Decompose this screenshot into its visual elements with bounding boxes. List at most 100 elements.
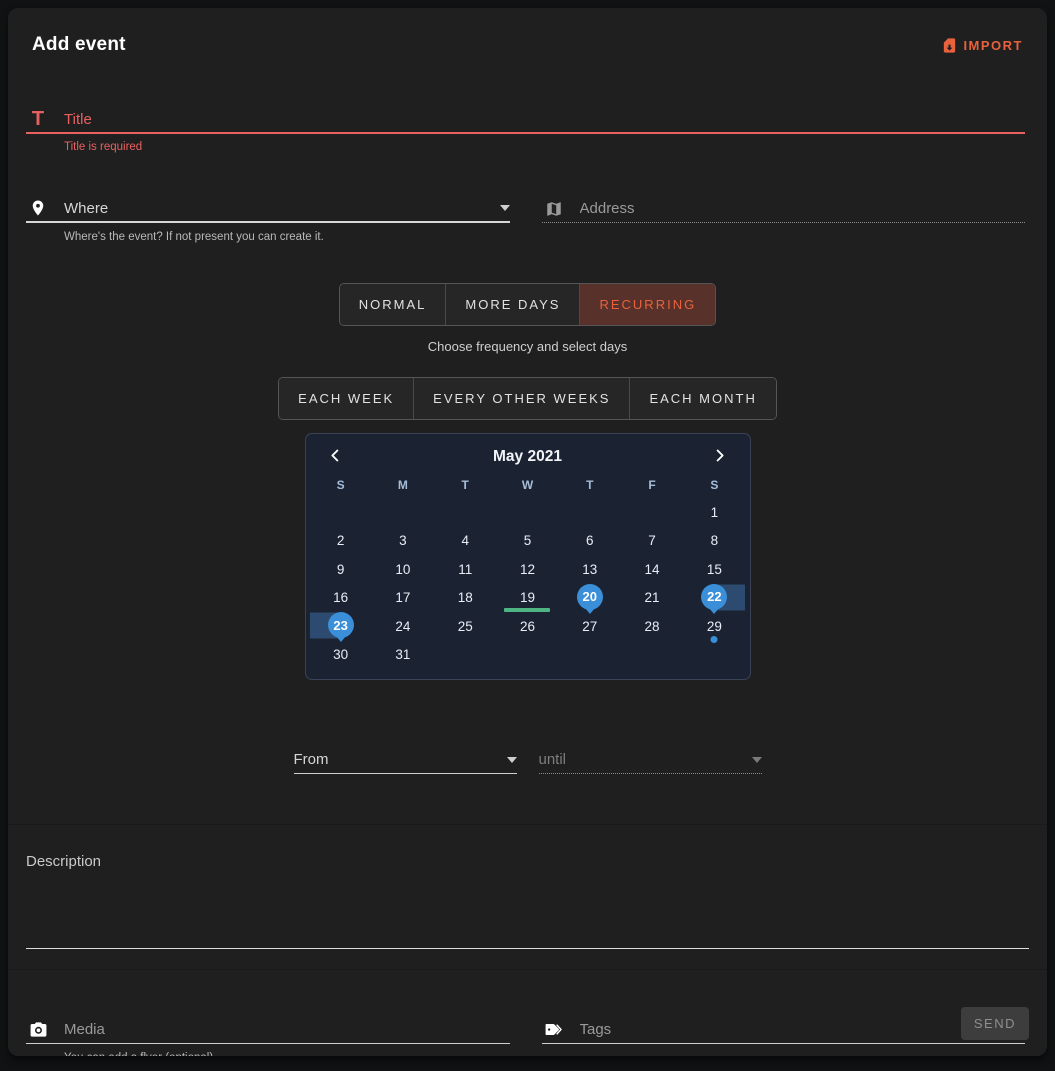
calendar-empty-cell [434, 641, 496, 670]
title-field-row: T [26, 106, 1025, 134]
send-button-row: SEND [961, 1007, 1029, 1040]
calendar-empty-cell [559, 498, 621, 527]
calendar-month-label: May 2021 [493, 448, 562, 466]
tab-normal[interactable]: NORMAL [340, 284, 447, 325]
chevron-left-icon [328, 448, 343, 466]
send-button[interactable]: SEND [961, 1007, 1029, 1040]
calendar-day-4[interactable]: 4 [434, 527, 496, 556]
calendar-day-18[interactable]: 18 [434, 584, 496, 613]
calendar-day-25[interactable]: 25 [434, 612, 496, 641]
where-select[interactable] [26, 195, 510, 223]
media-field-row[interactable] [26, 1016, 510, 1044]
frequency-hint-text: Choose frequency and select days [8, 339, 1047, 354]
chevron-right-icon [712, 448, 727, 466]
weekday-header: T [434, 478, 496, 492]
camera-icon [26, 1020, 50, 1039]
calendar-day-7[interactable]: 7 [621, 527, 683, 556]
calendar-day-22[interactable]: 22 [683, 584, 745, 613]
calendar-empty-cell [621, 498, 683, 527]
calendar-empty-cell [434, 498, 496, 527]
description-section: Description [8, 824, 1047, 970]
tab-recurring[interactable]: RECURRING [580, 284, 715, 325]
where-column: Where's the event? If not present you ca… [26, 195, 510, 243]
event-dot-indicator [711, 636, 718, 643]
from-time-input[interactable] [294, 747, 499, 773]
media-tags-row: You can add a flyer (optional) [26, 1016, 1025, 1056]
address-column [542, 195, 1026, 243]
frequency-options-row: EACH WEEKEVERY OTHER WEEKSEACH MONTH [8, 377, 1047, 420]
calendar-day-31[interactable]: 31 [372, 641, 434, 670]
title-text-icon: T [26, 109, 50, 129]
weekday-header: F [621, 478, 683, 492]
calendar-day-16[interactable]: 16 [310, 584, 372, 613]
location-row: Where's the event? If not present you ca… [26, 195, 1025, 243]
calendar-day-21[interactable]: 21 [621, 584, 683, 613]
calendar-empty-cell [621, 641, 683, 670]
calendar-day-17[interactable]: 17 [372, 584, 434, 613]
frequency-button-group: EACH WEEKEVERY OTHER WEEKSEACH MONTH [278, 377, 777, 420]
tab-more-days[interactable]: MORE DAYS [446, 284, 580, 325]
calendar-day-24[interactable]: 24 [372, 612, 434, 641]
import-button[interactable]: IMPORT [941, 37, 1023, 54]
calendar-day-15[interactable]: 15 [683, 555, 745, 584]
event-type-tabs-row: NORMALMORE DAYSRECURRING [8, 283, 1047, 326]
calendar-day-5[interactable]: 5 [496, 527, 558, 556]
calendar-day-30[interactable]: 30 [310, 641, 372, 670]
marked-day-bubble: 20 [577, 584, 603, 610]
add-event-panel: Add event IMPORT T Title is required [8, 8, 1047, 1056]
weekday-header: T [559, 478, 621, 492]
calendar-day-28[interactable]: 28 [621, 612, 683, 641]
calendar-day-26[interactable]: 26 [496, 612, 558, 641]
tags-select[interactable] [542, 1016, 1026, 1044]
event-type-tab-group: NORMALMORE DAYSRECURRING [339, 283, 716, 326]
frequency-button-every-other-weeks[interactable]: EVERY OTHER WEEKS [414, 378, 630, 419]
from-dropdown-caret-icon[interactable] [507, 757, 517, 763]
media-helper-text: You can add a flyer (optional) [64, 1052, 510, 1056]
title-field-section: T Title is required [26, 106, 1025, 153]
calendar-day-20[interactable]: 20 [559, 584, 621, 613]
tags-column [542, 1016, 1026, 1056]
calendar-day-27[interactable]: 27 [559, 612, 621, 641]
calendar-day-13[interactable]: 13 [559, 555, 621, 584]
calendar-day-29[interactable]: 29 [683, 612, 745, 641]
calendar-day-grid: 1234567891011121314151617181920212223242… [310, 498, 746, 669]
calendar-day-8[interactable]: 8 [683, 527, 745, 556]
calendar-day-23[interactable]: 23 [310, 612, 372, 641]
title-input[interactable] [64, 106, 1025, 132]
calendar-day-19[interactable]: 19 [496, 584, 558, 613]
address-field-row [542, 195, 1026, 223]
calendar-day-14[interactable]: 14 [621, 555, 683, 584]
where-dropdown-caret-icon[interactable] [500, 205, 510, 211]
from-time-select[interactable] [294, 746, 517, 774]
calendar-next-month-button[interactable] [708, 446, 731, 468]
calendar-day-6[interactable]: 6 [559, 527, 621, 556]
calendar-day-1[interactable]: 1 [683, 498, 745, 527]
calendar-prev-month-button[interactable] [324, 446, 347, 468]
address-input[interactable] [580, 196, 1026, 222]
where-input[interactable] [64, 195, 492, 221]
calendar-day-10[interactable]: 10 [372, 555, 434, 584]
calendar-wrapper: May 2021 SMTWTFS 12345678910111213141516… [8, 433, 1047, 680]
until-dropdown-caret-icon [752, 757, 762, 763]
calendar-day-2[interactable]: 2 [310, 527, 372, 556]
frequency-button-each-month[interactable]: EACH MONTH [630, 378, 775, 419]
calendar-day-12[interactable]: 12 [496, 555, 558, 584]
tags-input[interactable] [580, 1017, 1008, 1043]
calendar-day-9[interactable]: 9 [310, 555, 372, 584]
until-time-input[interactable] [539, 747, 744, 773]
media-input[interactable] [64, 1017, 510, 1043]
import-label: IMPORT [963, 38, 1023, 53]
calendar-empty-cell [310, 498, 372, 527]
selected-day-bubble: 23 [328, 612, 354, 638]
calendar-day-3[interactable]: 3 [372, 527, 434, 556]
until-time-select [539, 746, 762, 774]
description-textarea[interactable]: Description [26, 853, 1029, 949]
weekday-header: S [683, 478, 745, 492]
import-file-download-icon [941, 37, 958, 54]
time-range-row [8, 746, 1047, 774]
where-helper-text: Where's the event? If not present you ca… [64, 231, 510, 243]
weekday-header: M [372, 478, 434, 492]
calendar-day-11[interactable]: 11 [434, 555, 496, 584]
frequency-button-each-week[interactable]: EACH WEEK [279, 378, 414, 419]
weekday-header: S [310, 478, 372, 492]
